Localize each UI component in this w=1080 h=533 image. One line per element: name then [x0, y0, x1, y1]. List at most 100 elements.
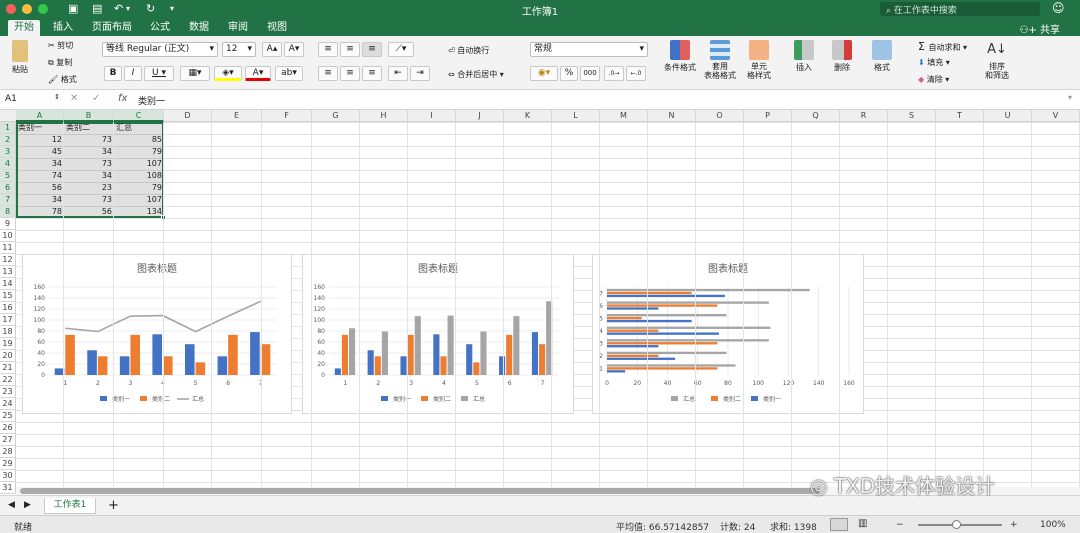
- row-header-6[interactable]: 6: [0, 182, 16, 194]
- column-header-T[interactable]: T: [936, 110, 984, 122]
- column-header-G[interactable]: G: [312, 110, 360, 122]
- table-cell[interactable]: 73: [64, 158, 114, 170]
- column-header-D[interactable]: D: [164, 110, 212, 122]
- align-top-button[interactable]: ≡: [318, 42, 338, 57]
- fill-button[interactable]: ⬇ 填充 ▾: [918, 57, 950, 68]
- row-header-21[interactable]: 21: [0, 362, 16, 374]
- row-header-8[interactable]: 8: [0, 206, 16, 218]
- column-header-L[interactable]: L: [552, 110, 600, 122]
- fill-color-button[interactable]: ◈▾: [214, 66, 242, 81]
- previous-sheet-icon[interactable]: ◀: [8, 500, 15, 510]
- insert-cells-button[interactable]: 插入: [788, 40, 820, 73]
- tab-formulas[interactable]: 公式: [144, 20, 176, 36]
- page-layout-view-icon[interactable]: ▥: [858, 518, 867, 529]
- table-cell[interactable]: 78: [16, 206, 64, 218]
- table-cell[interactable]: 56: [64, 206, 114, 218]
- percent-button[interactable]: %: [560, 66, 578, 81]
- row-header-4[interactable]: 4: [0, 158, 16, 170]
- italic-button[interactable]: I: [124, 66, 142, 81]
- column-header-J[interactable]: J: [456, 110, 504, 122]
- increase-decimal-button[interactable]: .0→: [604, 66, 624, 81]
- table-cell[interactable]: 74: [16, 170, 64, 182]
- borders-button[interactable]: ▦▾: [180, 66, 210, 81]
- table-cell[interactable]: 56: [16, 182, 64, 194]
- row-header-31[interactable]: 31: [0, 482, 16, 494]
- comma-style-button[interactable]: 000: [580, 66, 600, 81]
- sort-filter-button[interactable]: A↓ 排序 和筛选: [980, 40, 1014, 80]
- autosum-button[interactable]: Σ 自动求和 ▾: [918, 40, 967, 53]
- row-header-12[interactable]: 12: [0, 254, 16, 266]
- bold-button[interactable]: B: [104, 66, 122, 81]
- tab-view[interactable]: 视图: [261, 20, 293, 36]
- insert-function-button[interactable]: fx: [118, 93, 127, 104]
- increase-font-button[interactable]: A▴: [262, 42, 282, 57]
- zoom-out-icon[interactable]: −: [896, 520, 904, 530]
- column-header-R[interactable]: R: [840, 110, 888, 122]
- name-box[interactable]: A1 ⇕: [2, 93, 62, 107]
- row-header-14[interactable]: 14: [0, 278, 16, 290]
- row-header-10[interactable]: 10: [0, 230, 16, 242]
- row-header-13[interactable]: 13: [0, 266, 16, 278]
- font-name-select[interactable]: 等线 Regular (正文) ▾: [102, 42, 218, 57]
- orientation-button[interactable]: ⟋▾: [388, 42, 414, 57]
- clear-button[interactable]: ◆ 清除 ▾: [918, 74, 949, 85]
- cell-styles-button[interactable]: 单元 格样式: [742, 40, 776, 80]
- table-cell[interactable]: 107: [114, 158, 164, 170]
- name-box-stepper-icon[interactable]: ⇕: [54, 93, 60, 101]
- table-header-cell[interactable]: 汇总: [114, 122, 164, 134]
- row-header-30[interactable]: 30: [0, 470, 16, 482]
- wrap-text-button[interactable]: ⏎ 自动换行: [448, 45, 489, 56]
- expand-formula-icon[interactable]: ▾: [1068, 93, 1072, 102]
- row-header-15[interactable]: 15: [0, 290, 16, 302]
- table-cell[interactable]: 79: [114, 146, 164, 158]
- row-header-2[interactable]: 2: [0, 134, 16, 146]
- column-header-N[interactable]: N: [648, 110, 696, 122]
- zoom-slider-thumb[interactable]: [952, 520, 961, 529]
- row-header-22[interactable]: 22: [0, 374, 16, 386]
- table-header-cell[interactable]: 类别二: [64, 122, 114, 134]
- tab-home[interactable]: 开始: [8, 20, 40, 36]
- format-painter-button[interactable]: 🖌 格式: [48, 74, 77, 85]
- number-format-select[interactable]: 常规 ▾: [530, 42, 648, 57]
- column-header-U[interactable]: U: [984, 110, 1032, 122]
- row-header-11[interactable]: 11: [0, 242, 16, 254]
- merge-center-button[interactable]: ⇔ 合并后居中 ▾: [448, 69, 504, 80]
- cut-button[interactable]: ✂ 剪切: [48, 40, 73, 51]
- add-sheet-icon[interactable]: +: [108, 498, 119, 513]
- row-header-18[interactable]: 18: [0, 326, 16, 338]
- tab-insert[interactable]: 插入: [47, 20, 79, 36]
- align-right-button[interactable]: ≡: [362, 66, 382, 81]
- row-header-16[interactable]: 16: [0, 302, 16, 314]
- normal-view-icon[interactable]: [830, 518, 848, 531]
- row-header-7[interactable]: 7: [0, 194, 16, 206]
- table-cell[interactable]: 45: [16, 146, 64, 158]
- sheet-search-input[interactable]: ⌕ 在工作表中搜索: [880, 2, 1040, 16]
- row-header-3[interactable]: 3: [0, 146, 16, 158]
- column-header-E[interactable]: E: [212, 110, 262, 122]
- row-header-1[interactable]: 1: [0, 122, 16, 134]
- row-header-24[interactable]: 24: [0, 398, 16, 410]
- table-cell[interactable]: 134: [114, 206, 164, 218]
- cancel-edit-icon[interactable]: ✕: [70, 93, 78, 104]
- column-header-O[interactable]: O: [696, 110, 744, 122]
- table-header-cell[interactable]: 类别一: [16, 122, 64, 134]
- zoom-in-icon[interactable]: +: [1010, 520, 1018, 530]
- column-header-A[interactable]: A: [16, 110, 64, 122]
- table-cell[interactable]: 73: [64, 134, 114, 146]
- column-header-K[interactable]: K: [504, 110, 552, 122]
- worksheet-grid[interactable]: ABCDEFGHIJKLMNOPQRSTUV 1 2 3 4 5 6 7 8 9 10 11 12 13…: [0, 110, 1080, 495]
- increase-indent-button[interactable]: ⇥: [410, 66, 430, 81]
- accounting-format-button[interactable]: ◉▾: [530, 66, 558, 81]
- align-middle-button[interactable]: ≡: [340, 42, 360, 57]
- row-header-28[interactable]: 28: [0, 446, 16, 458]
- decrease-font-button[interactable]: A▾: [284, 42, 304, 57]
- format-cells-button[interactable]: 格式: [866, 40, 898, 73]
- conditional-format-button[interactable]: 条件格式: [662, 40, 698, 73]
- table-cell[interactable]: 34: [16, 158, 64, 170]
- table-cell[interactable]: 34: [16, 194, 64, 206]
- row-header-29[interactable]: 29: [0, 458, 16, 470]
- share-button[interactable]: ⚇+ 共享: [1019, 21, 1060, 36]
- row-header-23[interactable]: 23: [0, 386, 16, 398]
- paste-button[interactable]: 粘贴: [6, 40, 34, 75]
- column-header-F[interactable]: F: [262, 110, 312, 122]
